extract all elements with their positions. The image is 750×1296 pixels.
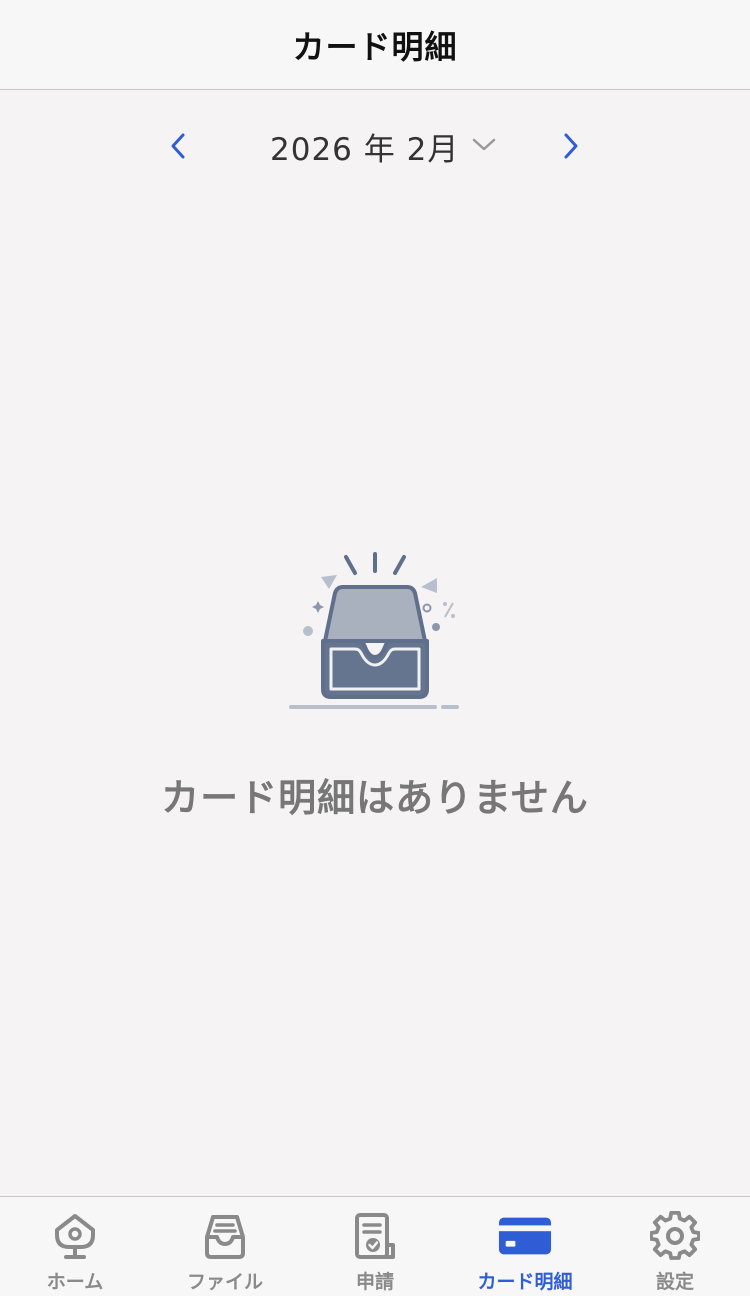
tab-settings-label: 設定 [655,1271,694,1293]
application-document-icon [355,1213,395,1259]
current-month-label: 2026 年 2月 [270,131,460,168]
chevron-right-icon [564,133,578,159]
empty-inbox-icon [289,552,459,709]
page-title: カード明細 [292,27,458,66]
inbox-icon [205,1215,245,1259]
month-select[interactable]: 2026 年 2月 [270,122,510,170]
month-navigator: 2026 年 2月 [0,110,750,182]
bottom-tab-bar: ホーム ファイル 申請 カード明細 設定 [0,1196,750,1296]
credit-card-icon [498,1217,552,1255]
tab-home[interactable]: ホーム [0,1197,150,1296]
empty-message: カード明細はありません [161,776,589,820]
tab-home-label: ホーム [46,1271,104,1293]
home-icon [55,1214,95,1259]
chevron-left-icon [171,133,185,159]
app-header: カード明細 [0,0,750,90]
tab-settings[interactable]: 設定 [600,1197,750,1296]
previous-month-button[interactable] [156,124,200,168]
gear-icon [650,1211,700,1260]
tab-files[interactable]: ファイル [150,1197,300,1296]
tab-card-statement[interactable]: カード明細 [450,1197,600,1296]
tab-files-label: ファイル [186,1271,263,1293]
chevron-down-icon [472,138,496,151]
tab-card-statement-label: カード明細 [477,1271,573,1293]
tab-application-label: 申請 [355,1271,394,1293]
tab-application[interactable]: 申請 [300,1197,450,1296]
next-month-button[interactable] [549,124,593,168]
